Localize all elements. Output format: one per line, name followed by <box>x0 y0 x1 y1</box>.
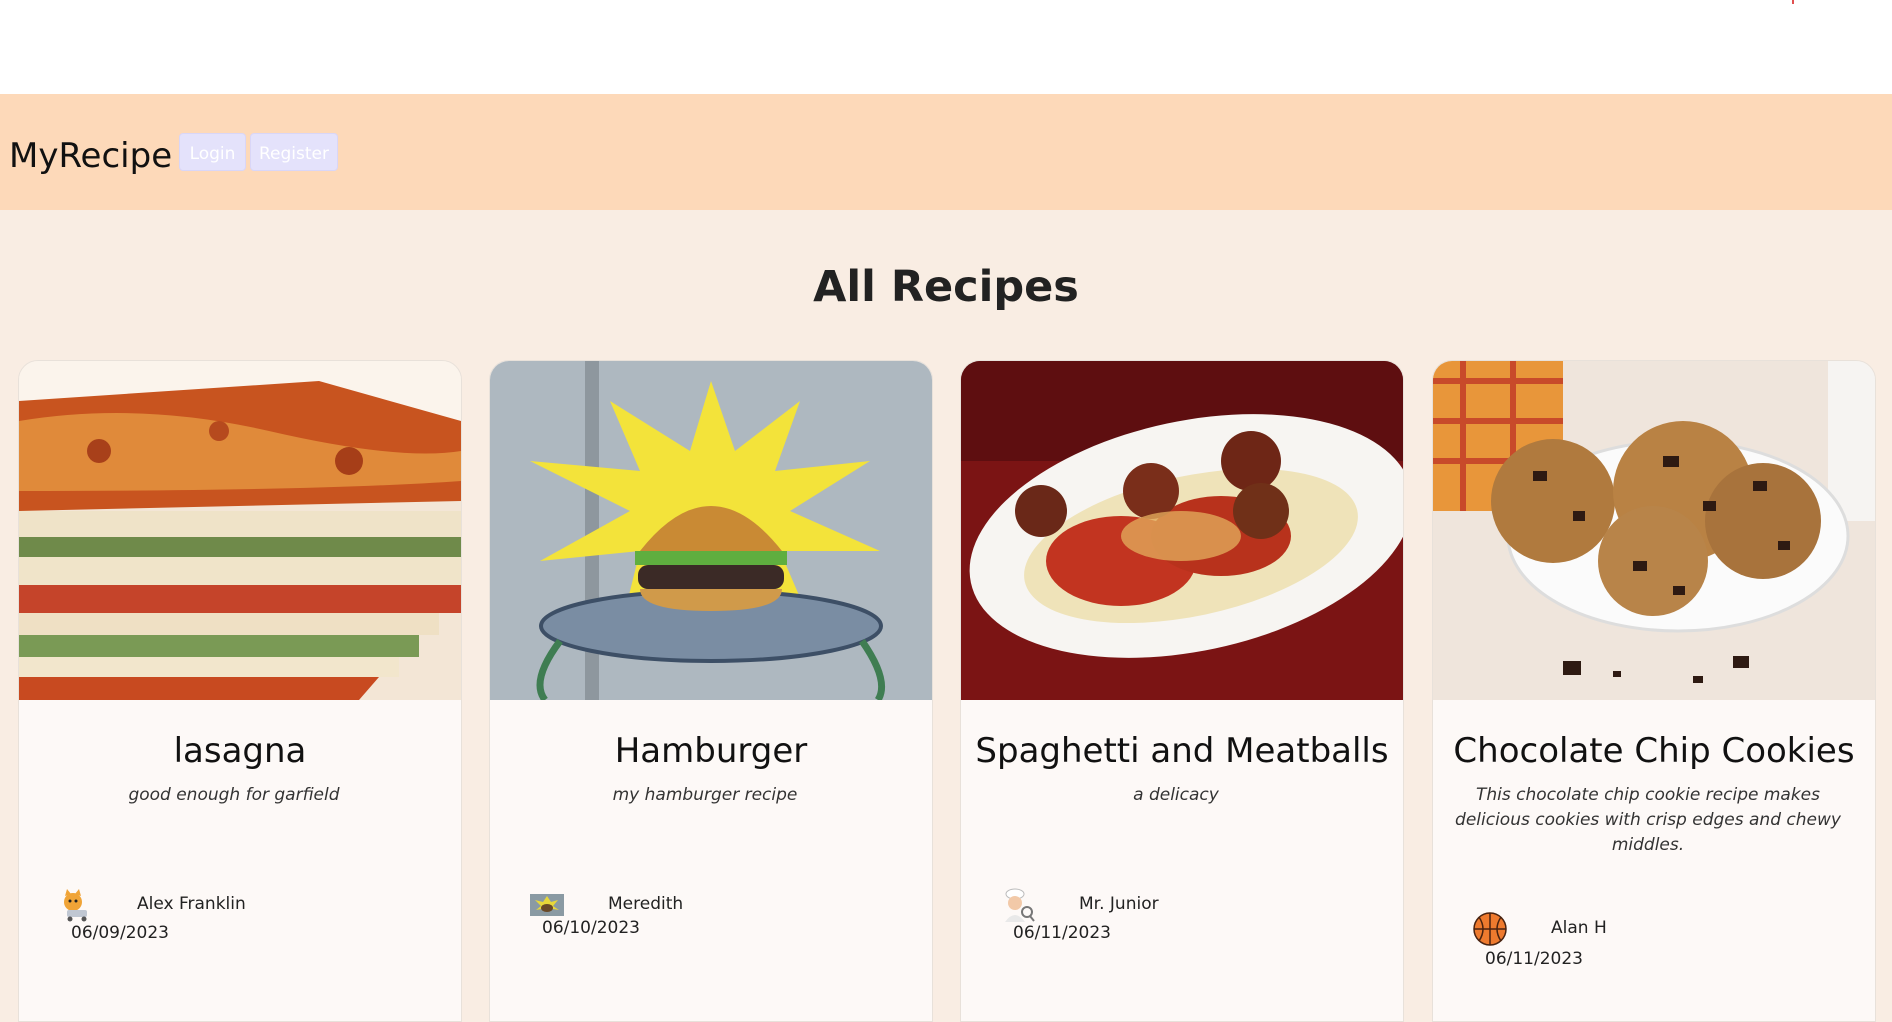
cat-avatar-icon <box>64 889 87 922</box>
top-blank-bar <box>0 0 1892 94</box>
recipe-card-cookies[interactable]: Chocolate Chip Cookies This chocolate ch… <box>1432 360 1876 1022</box>
author-name: Meredith <box>608 894 684 914</box>
basketball-avatar-icon <box>1473 912 1507 946</box>
cookies-image[interactable] <box>1433 361 1875 700</box>
recipe-card-hamburger[interactable]: Hamburger my hamburger recipe Meredith 0… <box>489 360 933 1022</box>
top-marker <box>1792 0 1794 4</box>
author-name: Alan H <box>1551 918 1607 938</box>
page-title: All Recipes <box>813 262 1079 312</box>
recipe-title[interactable]: lasagna <box>19 731 461 771</box>
lasagna-image[interactable] <box>19 361 461 700</box>
recipe-description: This chocolate chip cookie recipe makes … <box>1455 785 1841 855</box>
recipe-title[interactable]: Hamburger <box>490 731 932 771</box>
login-button[interactable]: Login <box>179 133 246 171</box>
recipe-description: good enough for garfield <box>128 785 340 805</box>
recipe-date: 06/09/2023 <box>71 923 169 943</box>
recipe-description: a delicacy <box>1133 785 1219 805</box>
spaghetti-image[interactable] <box>961 361 1403 700</box>
burger-thumbnail-avatar-icon <box>530 894 564 916</box>
hamburger-image[interactable] <box>490 361 932 700</box>
recipe-title[interactable]: Spaghetti and Meatballs <box>961 731 1403 771</box>
recipe-date: 06/10/2023 <box>542 918 640 938</box>
recipe-date: 06/11/2023 <box>1013 923 1111 943</box>
recipe-title[interactable]: Chocolate Chip Cookies <box>1433 731 1875 771</box>
register-button[interactable]: Register <box>250 133 338 171</box>
recipe-card-spaghetti[interactable]: Spaghetti and Meatballs a delicacy Mr. J… <box>960 360 1404 1022</box>
author-name: Alex Franklin <box>137 894 246 914</box>
author-name: Mr. Junior <box>1079 894 1159 914</box>
recipe-description: my hamburger recipe <box>612 785 798 805</box>
recipe-card-lasagna[interactable]: lasagna good enough for garfield Alex Fr… <box>18 360 462 1022</box>
recipe-date: 06/11/2023 <box>1485 949 1583 969</box>
brand-logo[interactable]: MyRecipe <box>9 136 172 176</box>
chef-avatar-icon <box>1005 888 1035 922</box>
